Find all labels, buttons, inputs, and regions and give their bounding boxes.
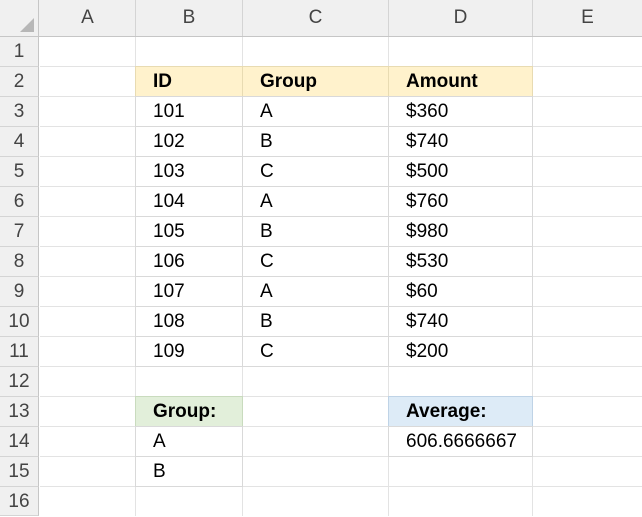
table-cell-amount[interactable]: $980 [388, 216, 533, 247]
table-cell-amount[interactable]: $530 [388, 246, 533, 277]
table-cell-group[interactable]: A [242, 276, 389, 307]
row-header-15[interactable]: 15 [0, 457, 39, 487]
row-header-9[interactable]: 9 [0, 277, 39, 307]
table-cell-id[interactable]: 106 [135, 246, 243, 277]
gridline [40, 426, 642, 427]
row-header-4[interactable]: 4 [0, 127, 39, 157]
table-header-id[interactable]: ID [135, 66, 243, 97]
row-header-5[interactable]: 5 [0, 157, 39, 187]
row-header-11[interactable]: 11 [0, 337, 39, 367]
table-cell-id[interactable]: 101 [135, 96, 243, 127]
table-cell-group[interactable]: C [242, 336, 389, 367]
table-cell-id[interactable]: 105 [135, 216, 243, 247]
table-cell-amount[interactable]: $200 [388, 336, 533, 367]
row-header-10[interactable]: 10 [0, 307, 39, 337]
table-cell-id[interactable]: 103 [135, 156, 243, 187]
column-header-d[interactable]: D [389, 0, 533, 36]
table-cell-id[interactable]: 107 [135, 276, 243, 307]
row-header-7[interactable]: 7 [0, 217, 39, 247]
table-header-amount[interactable]: Amount [388, 66, 533, 97]
average-value[interactable]: 606.6666667 [388, 426, 533, 457]
select-all-triangle-icon [20, 18, 34, 32]
table-header-group[interactable]: Group [242, 66, 389, 97]
table-cell-amount[interactable]: $740 [388, 126, 533, 157]
table-cell-id[interactable]: 104 [135, 186, 243, 217]
select-all-button[interactable] [0, 0, 39, 36]
row-header-14[interactable]: 14 [0, 427, 39, 457]
criteria-value[interactable]: B [135, 456, 243, 487]
criteria-header[interactable]: Group: [135, 396, 243, 427]
row-header-6[interactable]: 6 [0, 187, 39, 217]
table-cell-group[interactable]: B [242, 216, 389, 247]
table-cell-group[interactable]: B [242, 306, 389, 337]
row-header-3[interactable]: 3 [0, 97, 39, 127]
criteria-value[interactable]: A [135, 426, 243, 457]
table-cell-group[interactable]: A [242, 186, 389, 217]
row-header-2[interactable]: 2 [0, 67, 39, 97]
row-header-16[interactable]: 16 [0, 487, 39, 516]
column-header-a[interactable]: A [40, 0, 136, 36]
gridline [40, 456, 642, 457]
row-header-13[interactable]: 13 [0, 397, 39, 427]
table-cell-amount[interactable]: $360 [388, 96, 533, 127]
table-cell-id[interactable]: 108 [135, 306, 243, 337]
row-header-1[interactable]: 1 [0, 37, 39, 67]
table-cell-group[interactable]: C [242, 246, 389, 277]
gridline [40, 396, 642, 397]
table-cell-amount[interactable]: $740 [388, 306, 533, 337]
column-header-b[interactable]: B [136, 0, 243, 36]
table-cell-group[interactable]: C [242, 156, 389, 187]
table-cell-amount[interactable]: $60 [388, 276, 533, 307]
gridline [40, 486, 642, 487]
spreadsheet: A B C D E 1 2 3 4 5 6 7 8 9 10 11 12 13 … [0, 0, 642, 516]
table-cell-id[interactable]: 109 [135, 336, 243, 367]
table-cell-id[interactable]: 102 [135, 126, 243, 157]
column-header-c[interactable]: C [243, 0, 389, 36]
row-header-8[interactable]: 8 [0, 247, 39, 277]
row-header-12[interactable]: 12 [0, 367, 39, 397]
table-cell-amount[interactable]: $760 [388, 186, 533, 217]
column-header-e[interactable]: E [533, 0, 642, 36]
table-cell-group[interactable]: B [242, 126, 389, 157]
average-header[interactable]: Average: [388, 396, 533, 427]
table-cell-group[interactable]: A [242, 96, 389, 127]
table-cell-amount[interactable]: $500 [388, 156, 533, 187]
